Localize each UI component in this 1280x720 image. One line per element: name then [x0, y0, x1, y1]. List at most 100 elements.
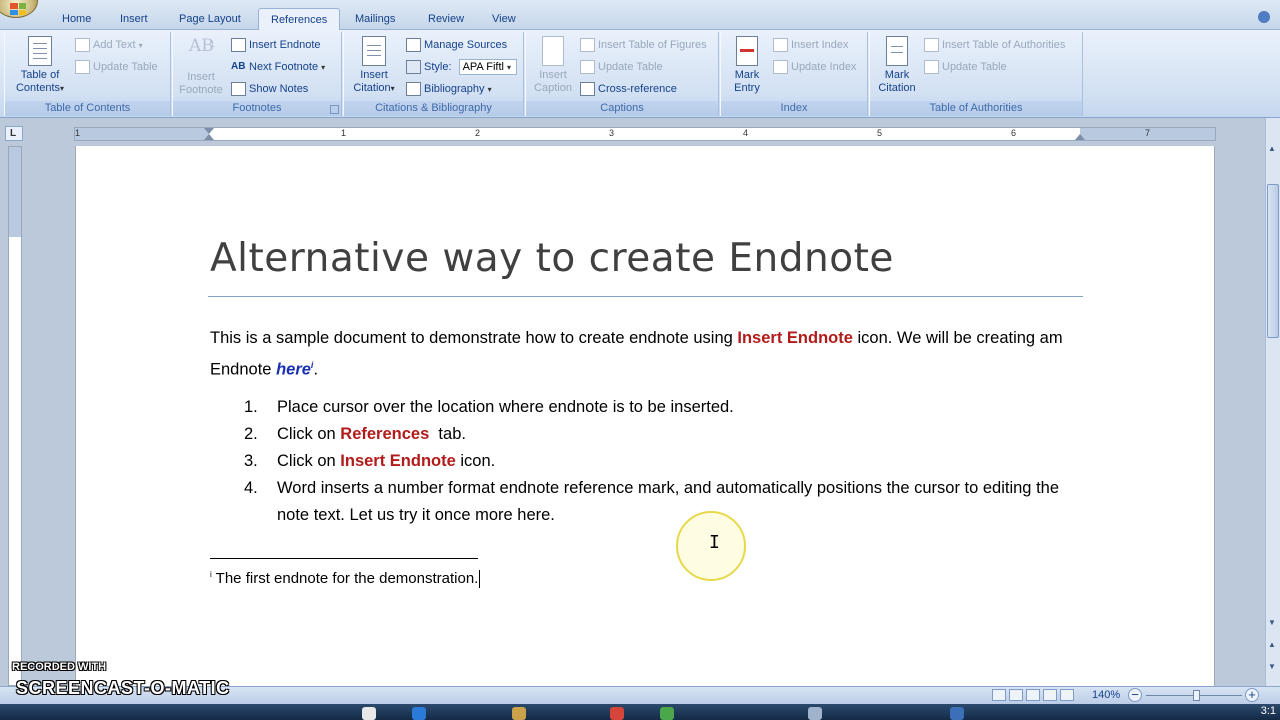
insert-endnote-button[interactable]: Insert Endnote [229, 36, 321, 54]
insert-caption-button[interactable]: Insert Caption [530, 36, 576, 95]
office-logo-icon [10, 3, 26, 15]
tab-stop-glyph: L [10, 128, 17, 139]
list-number: 2. [244, 425, 258, 443]
mark-entry-label: Mark Entry [734, 69, 760, 94]
taskbar: 3:1 [0, 704, 1280, 720]
scroll-down-icon[interactable]: ▼ [1268, 618, 1276, 627]
tab-selector-button[interactable]: L [5, 126, 23, 141]
cross-reference-button[interactable]: Cross-reference [578, 80, 677, 98]
endnote[interactable]: i The first endnote for the demonstratio… [210, 570, 481, 589]
tab-insert[interactable]: Insert [108, 8, 160, 30]
ruler-number: 2 [475, 128, 481, 138]
full-screen-reading-view-icon[interactable] [1009, 689, 1023, 701]
document-page[interactable]: Alternative way to create Endnote This i… [75, 146, 1215, 686]
outline-view-icon[interactable] [1043, 689, 1057, 701]
list-text: Word inserts a number format endnote ref… [277, 479, 1060, 524]
taskbar-app-icon[interactable] [660, 707, 674, 720]
taskbar-word-icon[interactable] [950, 707, 964, 720]
group-captions: Insert Caption Insert Table of Figures U… [525, 32, 719, 116]
bibliography-button[interactable]: Bibliography ▾ [404, 80, 492, 98]
insert-table-of-figures-icon [580, 38, 595, 52]
draft-view-icon[interactable] [1060, 689, 1074, 701]
mark-entry-button[interactable]: Mark Entry [725, 36, 769, 95]
ruler-number: 1 [341, 128, 347, 138]
intro-period: . [313, 360, 319, 379]
style-label: Style: [424, 61, 452, 73]
office-button[interactable] [0, 0, 38, 18]
mark-citation-button[interactable]: Mark Citation [874, 36, 920, 95]
table-of-contents-button[interactable]: Table of Contents▾ [11, 36, 69, 95]
scrollbar-thumb[interactable] [1267, 184, 1279, 338]
list-emphasis: Insert Endnote [340, 452, 456, 470]
insert-table-of-authorities-icon [924, 38, 939, 52]
vertical-scrollbar[interactable]: ▲ ▼ ▲ ▼ [1265, 118, 1280, 686]
vertical-ruler-top-margin [9, 147, 21, 237]
add-text-icon [75, 38, 90, 52]
zoom-level[interactable]: 140% [1092, 689, 1120, 701]
insert-citation-button[interactable]: Insert Citation▾ [348, 36, 400, 95]
manage-sources-button[interactable]: Manage Sources [404, 36, 507, 54]
citation-style-select[interactable]: APA Fiftl ▾ [458, 59, 517, 76]
group-table-of-contents: Table of Contents▾ Add Text ▾ Update Tab… [4, 32, 171, 116]
next-page-icon[interactable]: ▼ [1268, 662, 1276, 671]
group-index: Mark Entry Insert Index Update Index Ind… [720, 32, 868, 116]
tab-home[interactable]: Home [50, 8, 103, 30]
ruler-number: 5 [877, 128, 883, 138]
hanging-indent-marker[interactable] [204, 134, 214, 140]
insert-index-label: Insert Index [791, 39, 849, 51]
table-of-contents-icon [28, 36, 52, 66]
ribbon: Table of Contents▾ Add Text ▾ Update Tab… [0, 30, 1280, 118]
print-layout-view-icon[interactable] [992, 689, 1006, 701]
taskbar-app-icon[interactable] [610, 707, 624, 720]
cross-reference-label: Cross-reference [598, 83, 677, 95]
ribbon-tab-strip: Home Insert Page Layout References Maili… [0, 0, 1280, 31]
group-citations-bibliography: Insert Citation▾ Manage Sources Style: A… [343, 32, 524, 116]
watermark-screencast-o-matic: SCREENCAST-O-MATIC [16, 678, 230, 698]
show-notes-icon [231, 82, 246, 96]
taskbar-app-icon[interactable] [808, 707, 822, 720]
update-table-captions-button: Update Table [578, 58, 663, 76]
tab-mailings[interactable]: Mailings [343, 8, 407, 30]
endnote-separator [210, 558, 478, 559]
tab-page-layout[interactable]: Page Layout [167, 8, 253, 30]
update-index-button: Update Index [771, 58, 856, 76]
list-item: 4. Word inserts a number format endnote r… [210, 475, 1080, 529]
tab-review[interactable]: Review [416, 8, 476, 30]
vertical-ruler [8, 146, 22, 686]
zoom-out-button[interactable]: − [1128, 688, 1142, 702]
ibeam-cursor-icon: I [709, 532, 720, 553]
table-of-contents-label: Table of Contents [15, 69, 60, 94]
insert-table-of-authorities-button: Insert Table of Authorities [922, 36, 1065, 54]
insert-citation-label: Insert Citation [353, 69, 391, 94]
add-text-label: Add Text [93, 39, 136, 51]
horizontal-ruler[interactable]: 1 1 2 3 4 5 6 7 [74, 127, 1216, 141]
manage-sources-label: Manage Sources [424, 39, 508, 51]
next-footnote-label: Next Footnote [249, 61, 319, 73]
taskbar-app-icon[interactable] [362, 707, 376, 720]
footnotes-dialog-launcher-icon[interactable] [330, 105, 339, 114]
web-layout-view-icon[interactable] [1026, 689, 1040, 701]
right-indent-marker[interactable] [1075, 134, 1085, 140]
tab-references[interactable]: References [258, 8, 341, 31]
taskbar-app-icon[interactable] [512, 707, 526, 720]
previous-page-icon[interactable]: ▲ [1268, 640, 1276, 649]
group-table-of-authorities: Mark Citation Insert Table of Authoritie… [869, 32, 1083, 116]
update-index-icon [773, 60, 788, 74]
insert-footnote-button[interactable]: AB 1 Insert Footnote [175, 36, 227, 97]
show-notes-button[interactable]: Show Notes [229, 80, 308, 98]
title-underline [208, 296, 1083, 297]
insert-index-button: Insert Index [771, 36, 848, 54]
list-text: Place cursor over the location where end… [277, 398, 734, 416]
insert-footnote-icon: AB 1 [189, 36, 215, 56]
help-icon[interactable] [1258, 11, 1270, 23]
scroll-up-icon[interactable]: ▲ [1268, 144, 1276, 153]
taskbar-app-icon[interactable] [412, 707, 426, 720]
group-label-index: Index [721, 101, 867, 116]
insert-table-of-figures-label: Insert Table of Figures [598, 39, 707, 51]
citation-style-control: Style: APA Fiftl ▾ [404, 58, 517, 76]
next-footnote-button[interactable]: AB Next Footnote ▾ [229, 58, 325, 76]
zoom-in-button[interactable]: + [1245, 688, 1259, 702]
tab-view[interactable]: View [480, 8, 528, 30]
intro-insert-endnote-emphasis: Insert Endnote [737, 329, 853, 347]
zoom-slider-knob[interactable] [1193, 690, 1200, 701]
